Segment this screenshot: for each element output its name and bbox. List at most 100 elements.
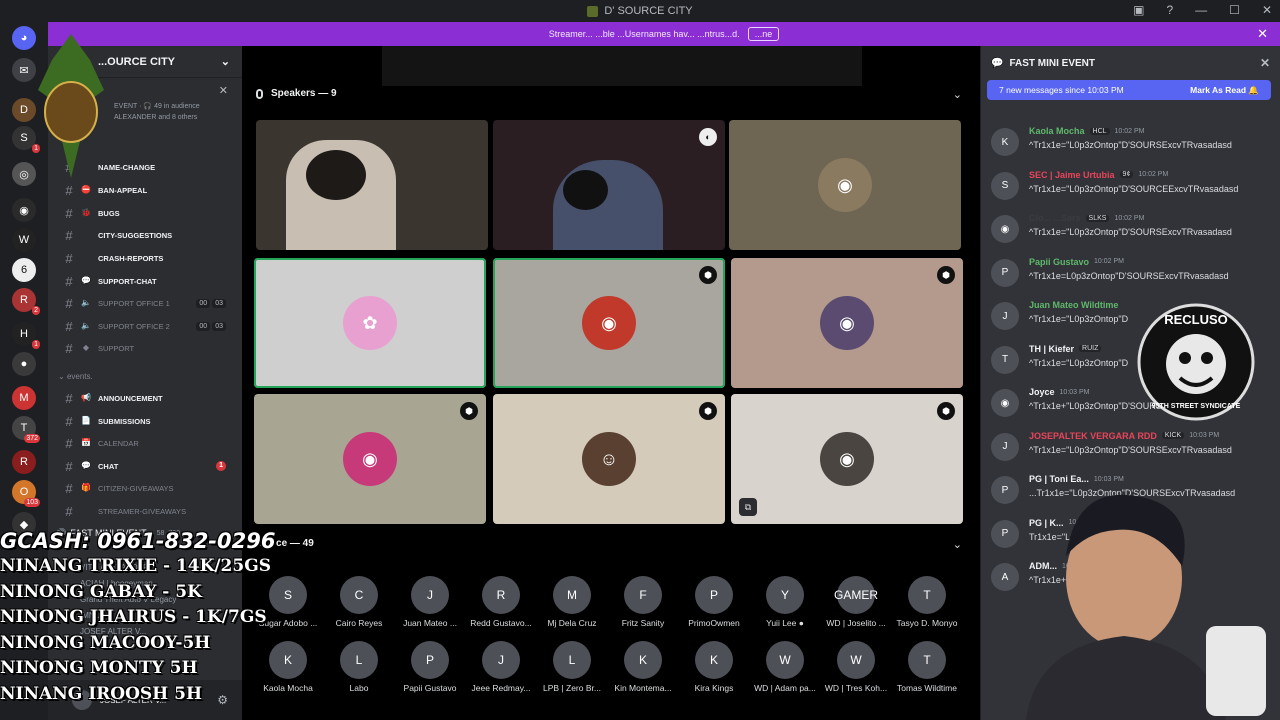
- speaker-tile-active[interactable]: ✿: [254, 258, 486, 388]
- speaker-tile[interactable]: ☺ ⬢: [493, 394, 725, 524]
- audience-member[interactable]: W WD | Tres Koh...: [821, 641, 891, 693]
- server-icon[interactable]: R: [12, 450, 36, 474]
- speaker-tile-active[interactable]: ◉ ⬢: [493, 258, 725, 388]
- audience-member[interactable]: R Redd Gustavo...: [466, 576, 536, 628]
- avatar[interactable]: P: [991, 258, 1019, 287]
- audience-member[interactable]: J Jeee Redmay...: [466, 641, 536, 693]
- audience-member[interactable]: F Fritz Sanity: [608, 576, 678, 628]
- channel-name: SUPPORT OFFICE 2: [98, 321, 170, 331]
- mark-as-read-label: Mark As Read: [1190, 84, 1247, 95]
- avatar[interactable]: J: [991, 432, 1019, 461]
- speaker-tile-video[interactable]: [256, 120, 488, 250]
- chat-message[interactable]: K Kaola Mocha HCL 10:02 PM ^Tr1x1e="L0p3zOnt…: [989, 126, 1275, 166]
- mark-as-read-button[interactable]: Mark As Read 🔔: [1190, 85, 1259, 96]
- chat-message[interactable]: P Papii Gustavo 10:02 PM ^Tr1x1e=L0p3zOntop…: [989, 257, 1275, 297]
- chevron-down-icon[interactable]: ⌄: [953, 88, 962, 101]
- audience-member[interactable]: GAMER WD | Joselito ...: [821, 576, 891, 628]
- audience-member[interactable]: L Labo: [324, 641, 394, 693]
- speaker-tile[interactable]: ◉: [729, 120, 961, 250]
- message-author[interactable]: Clo... ...Sars: [1029, 213, 1081, 223]
- screen-share-icon[interactable]: ⧉: [739, 498, 757, 516]
- audience-member[interactable]: Y Yuii Lee ●: [750, 576, 820, 628]
- new-messages-bar[interactable]: 7 new messages since 10:03 PM Mark As Re…: [987, 80, 1271, 100]
- chevron-down-icon[interactable]: ⌄: [221, 55, 230, 68]
- chevron-down-icon[interactable]: ⌄: [953, 538, 962, 551]
- donation-overlay: GCASH: 0961-832-0296 NINANG TRIXIE - 14K…: [0, 528, 320, 707]
- server-icon[interactable]: M: [12, 386, 36, 410]
- channel-item[interactable]: # 🎁 CITIZEN-GIVEAWAYS: [58, 478, 238, 498]
- channel-item[interactable]: # 🐞 BUGS: [58, 203, 238, 223]
- server-icon[interactable]: O 103: [12, 480, 40, 507]
- avatar: P: [695, 576, 733, 614]
- audience-member[interactable]: J Juan Mateo ...: [395, 576, 465, 628]
- close-icon[interactable]: ✕: [1257, 26, 1268, 42]
- chat-message[interactable]: ◉ Clo... ...Sars SLKS 10:02 PM ^Tr1x1e="L0p3…: [989, 213, 1275, 253]
- server-icon[interactable]: R2: [12, 288, 40, 315]
- speaker-tile[interactable]: ◉ ⬢: [254, 394, 486, 524]
- speakers-header[interactable]: Speakers — 9: [256, 88, 337, 99]
- audience-member[interactable]: W WD | Adam pa...: [750, 641, 820, 693]
- server-icon[interactable]: H1: [12, 322, 40, 349]
- audience-member[interactable]: K Kin Montema...: [608, 641, 678, 693]
- audience-member[interactable]: L LPB | Zero Br...: [537, 641, 607, 693]
- audience-member[interactable]: M Mj Dela Cruz: [537, 576, 607, 628]
- inbox-icon[interactable]: ▣: [1133, 3, 1144, 17]
- channel-item[interactable]: # 📅 CALENDAR: [58, 433, 238, 453]
- close-icon[interactable]: ✕: [219, 84, 228, 97]
- close-icon[interactable]: ✕: [1260, 56, 1270, 70]
- shield-icon: ◐: [699, 128, 717, 146]
- audience-member[interactable]: T Tasyo D. Monyo: [892, 576, 962, 628]
- channel-item[interactable]: # 💬 SUPPORT-CHAT: [58, 271, 238, 291]
- channel-item[interactable]: # 💬 CHAT 1: [58, 456, 238, 476]
- audience-member[interactable]: T Tomas Wildtime: [892, 641, 962, 693]
- server-icon[interactable]: T 372: [12, 416, 40, 443]
- message-author[interactable]: PG | Toni Ea...: [1029, 474, 1089, 484]
- video-feed: [306, 150, 366, 200]
- channel-item[interactable]: # ⛔ BAN-APPEAL: [58, 180, 238, 200]
- message-author[interactable]: TH | Kiefer: [1029, 344, 1074, 354]
- maximize-button[interactable]: ☐: [1229, 3, 1240, 17]
- avatar[interactable]: S: [991, 171, 1019, 200]
- sponsor-line: NINONG JHAIRUS - 1K/7GS: [0, 607, 267, 627]
- audience-member[interactable]: P Papii Gustavo: [395, 641, 465, 693]
- message-author[interactable]: Juan Mateo Wildtime: [1029, 300, 1118, 310]
- channel-item[interactable]: # CITY-SUGGESTIONS: [58, 225, 238, 245]
- server-icon[interactable]: 6: [12, 258, 36, 282]
- channel-item[interactable]: # 🔈 SUPPORT OFFICE 2 00 03: [58, 316, 238, 336]
- server-icon[interactable]: ◉: [12, 198, 36, 222]
- speaker-tile[interactable]: ◉ ⬢ ⧉: [731, 394, 963, 524]
- server-icon[interactable]: ●: [12, 352, 36, 376]
- chat-message[interactable]: J JOSEPALTEK VERGARA RDD KICK 10:03 PM ^Tr1x…: [989, 431, 1275, 471]
- channel-item[interactable]: # ◆ SUPPORT: [58, 338, 238, 358]
- channel-item[interactable]: # 📢 ANNOUNCEMENT: [58, 388, 238, 408]
- message-author[interactable]: Papii Gustavo: [1029, 257, 1089, 267]
- channel-item[interactable]: # 📄 SUBMISSIONS: [58, 411, 238, 431]
- minimize-button[interactable]: —: [1195, 3, 1207, 17]
- message-author[interactable]: Kaola Mocha: [1029, 126, 1085, 136]
- message-author[interactable]: Joyce: [1029, 387, 1055, 397]
- chat-message[interactable]: S SEC | Jaime Urtubia 9¢ 10:02 PM ^Tr1x1e="L…: [989, 170, 1275, 210]
- avatar[interactable]: ◉: [991, 389, 1019, 417]
- avatar[interactable]: J: [991, 302, 1019, 330]
- channel-item[interactable]: # CRASH-REPORTS: [58, 248, 238, 268]
- category-events[interactable]: ⌄ events.: [58, 372, 93, 381]
- help-icon[interactable]: ?: [1166, 3, 1173, 17]
- avatar[interactable]: T: [991, 345, 1019, 374]
- audience-member[interactable]: K Kira Kings: [679, 641, 749, 693]
- speaker-tile[interactable]: ◉ ⬢: [731, 258, 963, 388]
- channel-item[interactable]: # STREAMER-GIVEAWAYS: [58, 501, 238, 521]
- audience-member[interactable]: P PrimoOwmen: [679, 576, 749, 628]
- message-author[interactable]: JOSEPALTEK VERGARA RDD: [1029, 431, 1157, 441]
- speaker-tile-video[interactable]: ◐: [493, 120, 725, 250]
- server-icon[interactable]: W: [12, 228, 36, 252]
- channel-emoji: 🎁: [81, 483, 91, 492]
- channel-item[interactable]: # 🔈 SUPPORT OFFICE 1 00 03: [58, 293, 238, 313]
- avatar[interactable]: K: [991, 128, 1019, 156]
- close-window-button[interactable]: ✕: [1262, 3, 1272, 17]
- pill-right: 03: [212, 298, 226, 308]
- audience-member[interactable]: C Cairo Reyes: [324, 576, 394, 628]
- server-icon: [587, 5, 599, 17]
- avatar[interactable]: ◉: [991, 215, 1019, 243]
- hash-icon: #: [65, 413, 73, 429]
- message-author[interactable]: SEC | Jaime Urtubia: [1029, 170, 1115, 180]
